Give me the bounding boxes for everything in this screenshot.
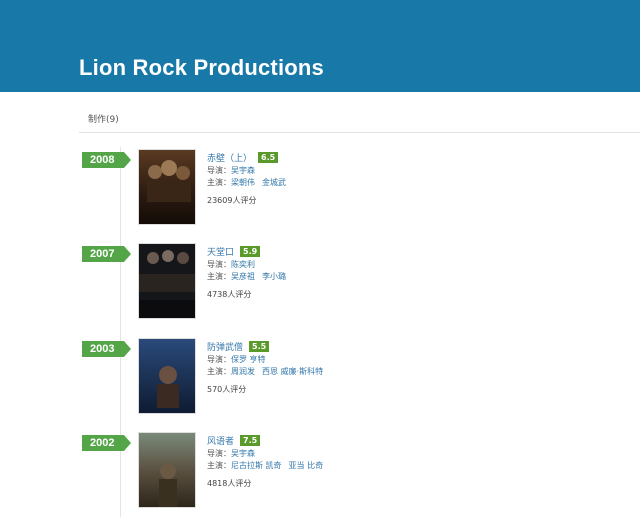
- movie-info: 赤壁（上） 6.5 导演：吴宇森 主演：梁朝伟 金城武 23609人评分: [207, 152, 293, 207]
- actor-link[interactable]: 西恩 威廉·斯科特: [262, 367, 323, 376]
- page-title: Lion Rock Productions: [79, 55, 324, 80]
- movie-poster[interactable]: [138, 243, 196, 319]
- movie-poster[interactable]: [138, 149, 196, 225]
- director-link[interactable]: 吴宇森: [231, 449, 255, 458]
- vote-count: 4738人评分: [207, 290, 252, 299]
- timeline-entry: 2008 赤壁（上） 6.5 导演：吴宇森 主演：梁朝伟 金城武 23609人评分: [0, 149, 640, 239]
- actor-link[interactable]: 梁朝伟: [231, 178, 255, 187]
- starring-label: 主演：: [207, 367, 231, 376]
- movie-info: 风语者 7.5 导演：吴宇森 主演：尼古拉斯 凯奇 亚当 比奇 4818人评分: [207, 435, 330, 490]
- tab-productions[interactable]: 制作(9): [88, 112, 119, 125]
- director-link[interactable]: 陈奕利: [231, 260, 255, 269]
- year-badge: 2007: [82, 246, 131, 262]
- movie-title-link[interactable]: 风语者: [207, 437, 234, 447]
- timeline-entry: 2007 天堂口 5.9 导演：陈奕利 主演：吴彦祖 李小璐 4738人评分: [0, 243, 640, 333]
- actor-link[interactable]: 金城武: [262, 178, 286, 187]
- vote-count: 570人评分: [207, 385, 247, 394]
- starring-label: 主演：: [207, 461, 231, 470]
- page-header: Lion Rock Productions: [0, 0, 640, 92]
- actor-link[interactable]: 李小璐: [262, 272, 286, 281]
- year-badge: 2003: [82, 341, 131, 357]
- rating-badge: 5.9: [240, 246, 261, 257]
- vote-count: 4818人评分: [207, 479, 252, 488]
- actor-link[interactable]: 吴彦祖: [231, 272, 255, 281]
- director-label: 导演：: [207, 166, 231, 175]
- director-label: 导演：: [207, 355, 231, 364]
- director-link[interactable]: 保罗 亨特: [231, 355, 266, 364]
- starring-label: 主演：: [207, 178, 231, 187]
- director-label: 导演：: [207, 260, 231, 269]
- movie-poster[interactable]: [138, 338, 196, 414]
- year-badge: 2002: [82, 435, 131, 451]
- actor-link[interactable]: 尼古拉斯 凯奇: [231, 461, 282, 470]
- year-badge: 2008: [82, 152, 131, 168]
- timeline-entry: 2003 防弹武僧 5.5 导演：保罗 亨特 主演：周润发 西恩 威廉·斯科特 57…: [0, 338, 640, 428]
- rating-badge: 5.5: [249, 341, 270, 352]
- director-link[interactable]: 吴宇森: [231, 166, 255, 175]
- timeline-entry: 2002 风语者 7.5 导演：吴宇森 主演：尼古拉斯 凯奇 亚当 比奇 4818人…: [0, 432, 640, 522]
- rating-badge: 7.5: [240, 435, 261, 446]
- actor-link[interactable]: 亚当 比奇: [289, 461, 324, 470]
- director-label: 导演：: [207, 449, 231, 458]
- actor-link[interactable]: 周润发: [231, 367, 255, 376]
- vote-count: 23609人评分: [207, 196, 257, 205]
- rating-badge: 6.5: [258, 152, 279, 163]
- movie-info: 天堂口 5.9 导演：陈奕利 主演：吴彦祖 李小璐 4738人评分: [207, 246, 293, 301]
- starring-label: 主演：: [207, 272, 231, 281]
- movie-info: 防弹武僧 5.5 导演：保罗 亨特 主演：周润发 西恩 威廉·斯科特 570人评分: [207, 341, 330, 396]
- movie-title-link[interactable]: 防弹武僧: [207, 343, 243, 353]
- tab-bar: 制作(9): [79, 92, 640, 133]
- movie-title-link[interactable]: 天堂口: [207, 248, 234, 258]
- movie-poster[interactable]: [138, 432, 196, 508]
- movie-title-link[interactable]: 赤壁（上）: [207, 154, 252, 164]
